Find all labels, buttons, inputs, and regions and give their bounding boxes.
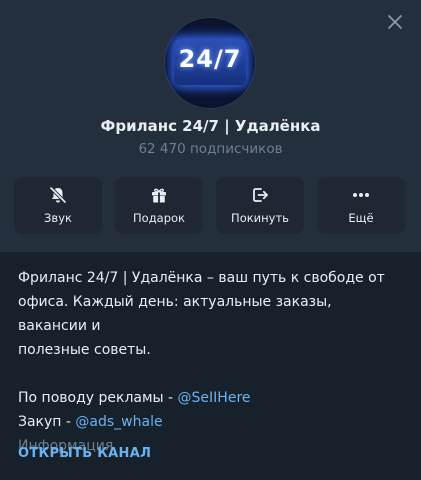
gift-button[interactable]: Подарок	[115, 177, 203, 234]
action-buttons: Звук Подарок Покинуть Ещё	[14, 177, 406, 234]
more-dots-icon	[353, 193, 369, 197]
mute-button[interactable]: Звук	[14, 177, 102, 234]
open-channel-button[interactable]: ОТКРЫТЬ КАНАЛ	[18, 446, 151, 461]
channel-header: 24/7 Фриланс 24/7 | Удалёнка 62 470 подп…	[0, 0, 421, 252]
leave-icon	[253, 188, 268, 202]
description-line-2: офиса. Каждый день: актуальные заказы, в…	[18, 294, 332, 334]
buy-prefix: Закуп -	[18, 414, 76, 430]
avatar-text: 24/7	[178, 45, 242, 73]
leave-label: Покинуть	[231, 211, 289, 225]
channel-description: Фриланс 24/7 | Удалёнка – ваш путь к сво…	[18, 266, 404, 458]
leave-button[interactable]: Покинуть	[216, 177, 304, 234]
description-line-1: Фриланс 24/7 | Удалёнка – ваш путь к сво…	[18, 270, 385, 286]
channel-title: Фриланс 24/7 | Удалёнка	[100, 117, 321, 135]
gift-icon	[152, 188, 166, 203]
description-line-3: полезные советы.	[18, 342, 151, 358]
mute-label: Звук	[44, 211, 72, 225]
buy-contact-line: Закуп - @ads_whale	[18, 410, 404, 434]
more-label: Ещё	[348, 211, 374, 225]
subscriber-count: 62 470 подписчиков	[138, 141, 283, 157]
mute-bell-icon	[49, 186, 67, 204]
channel-avatar: 24/7	[164, 17, 256, 109]
ads-prefix: По поводу рекламы -	[18, 390, 178, 406]
gift-label: Подарок	[133, 211, 185, 225]
buy-contact-link[interactable]: @ads_whale	[75, 414, 162, 430]
ads-contact-link[interactable]: @SeIIHere	[178, 390, 251, 406]
ads-contact-line: По поводу рекламы - @SeIIHere	[18, 386, 404, 410]
more-button[interactable]: Ещё	[317, 177, 405, 234]
close-icon[interactable]	[385, 12, 405, 32]
